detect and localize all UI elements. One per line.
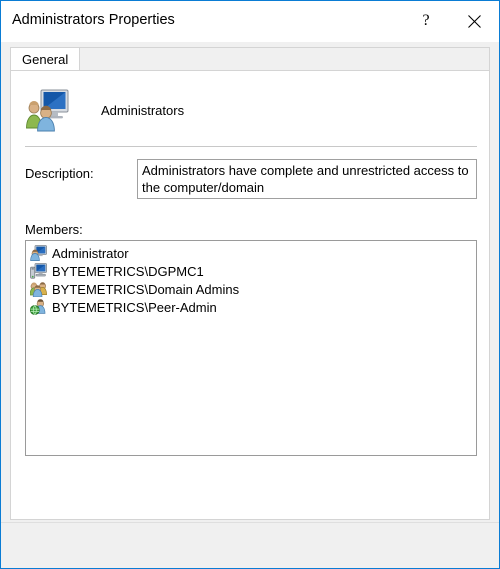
member-name: BYTEMETRICS\Domain Admins bbox=[52, 281, 240, 297]
close-button[interactable] bbox=[451, 1, 497, 41]
description-label: Description: bbox=[25, 166, 94, 181]
computer-icon bbox=[30, 263, 47, 279]
member-name: Administrator bbox=[52, 245, 129, 261]
group-icon bbox=[29, 281, 47, 298]
properties-dialog-window: Administrators Properties ? General Admi… bbox=[0, 0, 500, 569]
dialog-footer: OK Cancel Apply Help bbox=[1, 522, 499, 568]
description-field[interactable]: Administrators have complete and unrestr… bbox=[137, 159, 477, 199]
group-computer-icon bbox=[24, 88, 70, 132]
list-item[interactable]: BYTEMETRICS\Peer-Admin bbox=[26, 298, 476, 316]
tab-strip-background bbox=[10, 47, 490, 71]
list-item[interactable]: BYTEMETRICS\Domain Admins bbox=[26, 280, 476, 298]
member-name: BYTEMETRICS\Peer-Admin bbox=[52, 299, 217, 315]
group-name-label: Administrators bbox=[101, 102, 185, 118]
window-title: Administrators Properties bbox=[12, 12, 175, 28]
close-icon bbox=[467, 14, 481, 28]
global-user-icon bbox=[29, 299, 47, 315]
tab-general[interactable]: General bbox=[10, 47, 81, 71]
tab-strip: General bbox=[10, 47, 490, 71]
title-bar: Administrators Properties ? bbox=[1, 1, 499, 42]
header-divider bbox=[25, 146, 477, 147]
member-name: BYTEMETRICS\DGPMC1 bbox=[52, 263, 204, 279]
list-item[interactable]: BYTEMETRICS\DGPMC1 bbox=[26, 262, 476, 280]
question-mark-icon: ? bbox=[422, 12, 430, 29]
group-header: Administrators bbox=[24, 88, 184, 132]
help-caption-button[interactable]: ? bbox=[403, 1, 449, 41]
tab-page-general: Administrators Description: Administrato… bbox=[10, 70, 490, 568]
user-icon bbox=[30, 245, 47, 261]
members-listbox[interactable]: Administrator BYTEMETRICS\DGPMC1 BYTEMET… bbox=[25, 240, 477, 456]
members-label: Members: bbox=[25, 222, 83, 237]
list-item[interactable]: Administrator bbox=[26, 244, 476, 262]
